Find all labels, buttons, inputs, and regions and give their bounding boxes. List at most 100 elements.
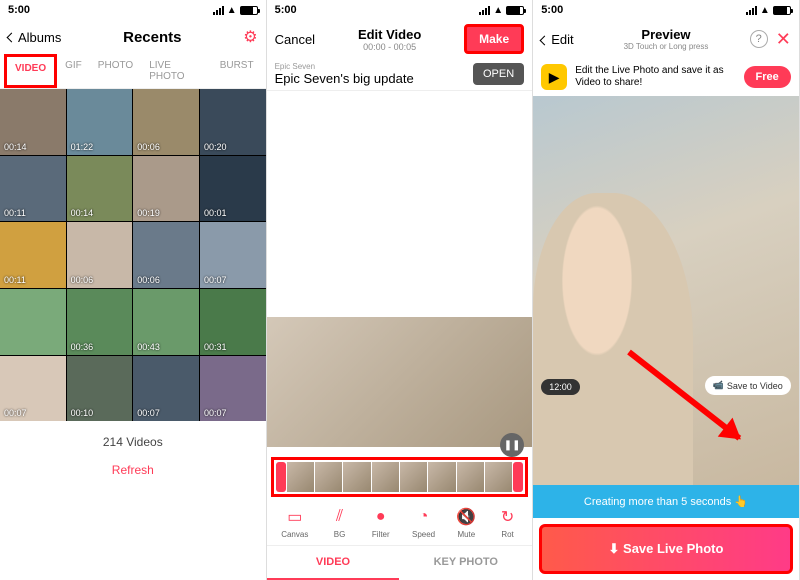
nav-bar: Edit Preview 3D Touch or Long press ? ✕ xyxy=(533,20,799,58)
tool-mute[interactable]: 🔇Mute xyxy=(456,507,476,539)
tab-gif[interactable]: GIF xyxy=(57,54,90,88)
time-range: 00:00 - 00:05 xyxy=(358,42,421,52)
duration-label: 00:31 xyxy=(204,342,227,352)
status-bar: 5:00 ▲ xyxy=(267,0,533,20)
timeline-frame[interactable] xyxy=(485,462,512,492)
wifi-icon: ▲ xyxy=(760,5,770,16)
wifi-icon: ▲ xyxy=(227,5,237,16)
tab-burst[interactable]: BURST xyxy=(212,54,262,88)
chevron-left-icon xyxy=(7,32,17,42)
tool-label: Canvas xyxy=(281,530,308,539)
tool-filter[interactable]: ● Filter xyxy=(371,507,391,539)
video-thumb[interactable]: 00:20 xyxy=(200,89,266,155)
preview-content xyxy=(533,193,692,485)
tool-canvas[interactable]: ▭Canvas xyxy=(281,507,308,539)
video-thumb[interactable]: 00:14 xyxy=(0,89,66,155)
pause-icon[interactable]: ❚❚ xyxy=(500,433,524,457)
media-tabs: VIDEO GIF PHOTO LIVE PHOTO BURST xyxy=(0,54,266,89)
tool-icon: ↻ xyxy=(498,507,518,527)
ad-content: Epic Seven Epic Seven's big update xyxy=(275,62,465,86)
status-time: 5:00 xyxy=(275,4,297,16)
video-thumb[interactable] xyxy=(0,289,66,355)
edit-label: Edit xyxy=(551,32,573,47)
ad-label: Epic Seven xyxy=(275,62,465,71)
tool-label: Rot xyxy=(501,530,513,539)
tool-bg[interactable]: ⫽BG xyxy=(330,507,350,539)
tool-label: Speed xyxy=(412,530,435,539)
video-thumb[interactable]: 00:07 xyxy=(0,356,66,422)
open-button[interactable]: OPEN xyxy=(473,63,524,85)
refresh-button[interactable]: Refresh xyxy=(0,463,266,487)
video-thumb[interactable]: 00:19 xyxy=(133,156,199,222)
tool-label: BG xyxy=(334,530,346,539)
duration-label: 00:14 xyxy=(71,208,94,218)
tab-video[interactable]: VIDEO xyxy=(4,54,57,88)
timeline-frame[interactable] xyxy=(457,462,484,492)
signal-icon xyxy=(746,6,757,15)
gear-icon[interactable]: ⚙ xyxy=(243,27,257,47)
ad-title: Epic Seven's big update xyxy=(275,71,465,86)
preview-frame[interactable]: ❚❚ xyxy=(267,317,533,447)
edit-button[interactable]: Edit xyxy=(541,32,573,47)
save-live-photo-button[interactable]: ⬇ Save Live Photo xyxy=(539,524,793,574)
duration-label: 00:06 xyxy=(137,142,160,152)
video-thumb[interactable]: 00:11 xyxy=(0,222,66,288)
video-thumb[interactable]: 00:06 xyxy=(133,89,199,155)
bottom-tabs: VIDEO KEY PHOTO xyxy=(267,545,533,580)
video-thumb[interactable]: 00:06 xyxy=(67,222,133,288)
status-right: ▲ xyxy=(213,5,258,16)
video-thumb[interactable]: 00:01 xyxy=(200,156,266,222)
tool-speed[interactable]: ◔Speed xyxy=(412,507,435,539)
video-thumb[interactable]: 00:07 xyxy=(133,356,199,422)
timeline-frame[interactable] xyxy=(287,462,314,492)
timeline-frame[interactable] xyxy=(315,462,342,492)
nav-center: Edit Video 00:00 - 00:05 xyxy=(358,27,421,52)
ad-banner[interactable]: Epic Seven Epic Seven's big update OPEN xyxy=(267,58,533,91)
chevron-left-icon xyxy=(540,35,550,45)
video-thumb[interactable]: 01:22 xyxy=(67,89,133,155)
timeline-frame[interactable] xyxy=(400,462,427,492)
trim-handle-right[interactable] xyxy=(513,462,523,492)
tool-rot[interactable]: ↻ Rot xyxy=(498,507,518,539)
video-thumb[interactable]: 00:31 xyxy=(200,289,266,355)
free-button[interactable]: Free xyxy=(744,66,791,88)
trim-handle-left[interactable] xyxy=(276,462,286,492)
video-thumb[interactable]: 00:14 xyxy=(67,156,133,222)
page-subtitle: 3D Touch or Long press xyxy=(624,42,709,51)
video-thumb[interactable]: 00:07 xyxy=(200,356,266,422)
video-thumb[interactable]: 00:11 xyxy=(0,156,66,222)
back-button[interactable]: Albums xyxy=(8,30,61,45)
duration-label: 00:06 xyxy=(71,275,94,285)
tool-label: Filter xyxy=(372,530,390,539)
timeline-frame[interactable] xyxy=(372,462,399,492)
close-icon[interactable]: ✕ xyxy=(776,29,791,50)
video-thumb[interactable]: 00:07 xyxy=(200,222,266,288)
btab-video[interactable]: VIDEO xyxy=(267,546,400,580)
save-to-video-button[interactable]: 📹 Save to Video xyxy=(705,376,791,395)
make-button[interactable]: Make xyxy=(464,24,524,54)
banner-text: Edit the Live Photo and save it as Video… xyxy=(575,65,735,89)
tool-icon: ● xyxy=(371,507,391,527)
duration-label: 00:11 xyxy=(4,208,26,218)
promo-banner: ▶ Edit the Live Photo and save it as Vid… xyxy=(533,58,799,96)
duration-label: 00:07 xyxy=(204,408,227,418)
help-icon[interactable]: ? xyxy=(750,30,768,48)
btab-keyphoto[interactable]: KEY PHOTO xyxy=(399,546,532,580)
live-photo-preview[interactable]: 12:00 📹 Save to Video xyxy=(533,96,799,485)
trim-timeline[interactable] xyxy=(271,457,529,497)
tab-photo[interactable]: PHOTO xyxy=(90,54,141,88)
cancel-button[interactable]: Cancel xyxy=(275,32,315,47)
duration-label: 00:01 xyxy=(204,208,227,218)
tab-livephoto[interactable]: LIVE PHOTO xyxy=(141,54,212,88)
page-title: Preview xyxy=(624,27,709,42)
video-grid: 00:1401:2200:0600:2000:1100:1400:1900:01… xyxy=(0,89,266,421)
video-thumb[interactable]: 00:06 xyxy=(133,222,199,288)
video-thumb[interactable]: 00:43 xyxy=(133,289,199,355)
signal-icon xyxy=(213,6,224,15)
video-thumb[interactable]: 00:10 xyxy=(67,356,133,422)
timeline-frame[interactable] xyxy=(343,462,370,492)
timeline-frame[interactable] xyxy=(428,462,455,492)
duration-label: 00:10 xyxy=(71,408,94,418)
video-thumb[interactable]: 00:36 xyxy=(67,289,133,355)
duration-label: 00:19 xyxy=(137,208,160,218)
